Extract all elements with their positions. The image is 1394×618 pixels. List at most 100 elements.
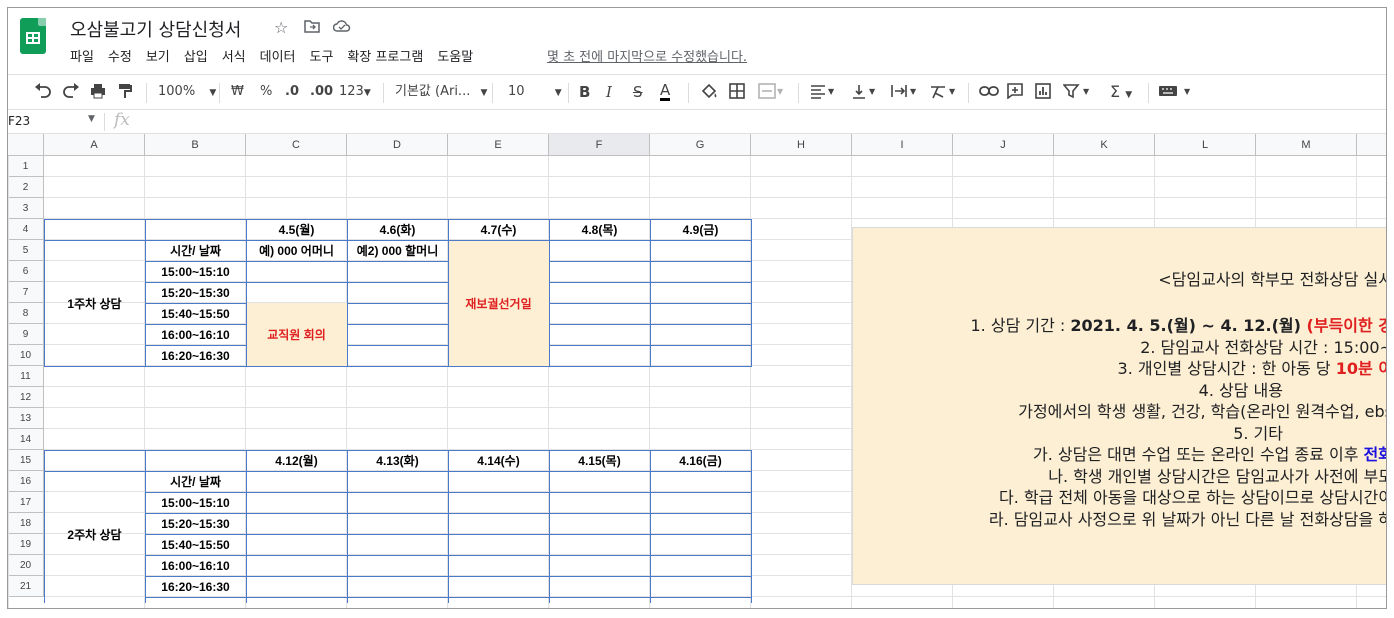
document-title[interactable]: 오삼불고기 상담신청서: [70, 16, 241, 42]
week1-time-0[interactable]: 15:00~15:10: [145, 261, 246, 282]
row-header-15[interactable]: 15: [8, 450, 44, 471]
column-header-j[interactable]: J: [953, 134, 1054, 156]
week2-date-0[interactable]: 4.12(월): [246, 450, 347, 471]
column-header-h[interactable]: H: [751, 134, 852, 156]
column-header-f[interactable]: F: [549, 134, 650, 156]
select-all-corner[interactable]: [8, 134, 44, 156]
row-header-16[interactable]: 16: [8, 471, 44, 492]
week2-time-0[interactable]: 15:00~15:10: [145, 492, 246, 513]
week2-date-1[interactable]: 4.13(화): [347, 450, 448, 471]
vertical-align-icon[interactable]: ▼: [851, 83, 877, 105]
week1-date-1[interactable]: 4.6(화): [347, 219, 448, 240]
font-select[interactable]: 기본값 (Ari... ▼: [395, 83, 487, 102]
week2-label[interactable]: 2주차 상담: [44, 471, 145, 597]
menu-file[interactable]: 파일: [70, 46, 94, 65]
row-header-17[interactable]: 17: [8, 492, 44, 513]
sheets-logo-icon[interactable]: [20, 18, 46, 54]
column-header-e[interactable]: E: [448, 134, 549, 156]
text-color-icon[interactable]: A: [660, 83, 671, 101]
print-icon[interactable]: [90, 83, 106, 105]
menu-format[interactable]: 서식: [222, 46, 246, 65]
undo-icon[interactable]: [34, 83, 52, 105]
insert-link-icon[interactable]: [979, 83, 999, 105]
fill-color-icon[interactable]: [700, 83, 718, 105]
italic-icon[interactable]: I: [606, 83, 612, 101]
currency-button[interactable]: ₩: [231, 83, 244, 101]
menu-edit[interactable]: 수정: [108, 46, 132, 65]
row-header-12[interactable]: 12: [8, 387, 44, 408]
meeting-cell[interactable]: 교직원 회의: [246, 303, 347, 366]
week1-date-3[interactable]: 4.8(목): [549, 219, 650, 240]
paint-format-icon[interactable]: [118, 83, 132, 105]
move-folder-icon[interactable]: [304, 18, 320, 37]
menu-view[interactable]: 보기: [146, 46, 170, 65]
week2-time-1[interactable]: 15:20~15:30: [145, 513, 246, 534]
menu-tools[interactable]: 도구: [310, 46, 334, 65]
week1-date-0[interactable]: 4.5(월): [246, 219, 347, 240]
week1-time-3[interactable]: 16:00~16:10: [145, 324, 246, 345]
row-header-20[interactable]: 20: [8, 555, 44, 576]
text-rotation-icon[interactable]: ▼: [929, 83, 957, 105]
menu-data[interactable]: 데이터: [260, 46, 296, 65]
star-icon[interactable]: ☆: [274, 18, 288, 37]
week2-date-4[interactable]: 4.16(금): [650, 450, 751, 471]
week1-example-1[interactable]: 예) 000 어머니: [246, 240, 347, 261]
text-wrapping-icon[interactable]: ▼: [890, 83, 918, 105]
week2-date-2[interactable]: 4.14(수): [448, 450, 549, 471]
week1-example-2[interactable]: 예2) 000 할머니: [347, 240, 448, 261]
week2-time-header[interactable]: 시간/ 날짜: [145, 471, 246, 492]
election-cell[interactable]: 재보궐선거일: [448, 240, 549, 366]
row-header-9[interactable]: 9: [8, 324, 44, 345]
week1-date-2[interactable]: 4.7(수): [448, 219, 549, 240]
week1-time-1[interactable]: 15:20~15:30: [145, 282, 246, 303]
font-size-select[interactable]: 10 ▼: [508, 83, 562, 102]
name-box[interactable]: F23: [8, 114, 30, 128]
last-edit-link[interactable]: 몇 초 전에 마지막으로 수정했습니다.: [547, 46, 747, 65]
week2-time-4[interactable]: 16:20~16:30: [145, 576, 246, 597]
row-header-6[interactable]: 6: [8, 261, 44, 282]
column-header-c[interactable]: C: [246, 134, 347, 156]
filter-icon[interactable]: ▼: [1062, 83, 1091, 105]
decrease-decimal-button[interactable]: .0: [285, 83, 299, 101]
row-header-5[interactable]: 5: [8, 240, 44, 261]
column-header-m[interactable]: M: [1256, 134, 1357, 156]
column-header-i[interactable]: I: [852, 134, 953, 156]
strikethrough-icon[interactable]: S: [633, 83, 643, 101]
row-header-4[interactable]: 4: [8, 219, 44, 240]
column-header-d[interactable]: D: [347, 134, 448, 156]
column-header-k[interactable]: K: [1054, 134, 1155, 156]
row-header-14[interactable]: 14: [8, 429, 44, 450]
row-header-19[interactable]: 19: [8, 534, 44, 555]
menu-extensions[interactable]: 확장 프로그램: [347, 46, 423, 65]
row-header-1[interactable]: 1: [8, 156, 44, 177]
column-header-a[interactable]: A: [44, 134, 145, 156]
week2-time-2[interactable]: 15:40~15:50: [145, 534, 246, 555]
more-formats-button[interactable]: 123▼: [339, 83, 371, 102]
row-header-11[interactable]: 11: [8, 366, 44, 387]
week2-time-3[interactable]: 16:00~16:10: [145, 555, 246, 576]
name-box-dropdown-icon[interactable]: ▼: [88, 114, 95, 124]
row-header-13[interactable]: 13: [8, 408, 44, 429]
row-header-3[interactable]: 3: [8, 198, 44, 219]
week2-date-3[interactable]: 4.15(목): [549, 450, 650, 471]
functions-icon[interactable]: Σ ▼: [1110, 83, 1132, 104]
column-header-g[interactable]: G: [650, 134, 751, 156]
menu-insert[interactable]: 삽입: [184, 46, 208, 65]
notice-box[interactable]: <담임교사의 학부모 전화상담 실시 1. 상담 기간 : 2021. 4. 5…: [852, 227, 1386, 585]
week1-date-4[interactable]: 4.9(금): [650, 219, 751, 240]
column-header-overflow[interactable]: [1357, 134, 1386, 156]
horizontal-align-icon[interactable]: ▼: [810, 83, 836, 105]
percent-button[interactable]: %: [260, 83, 272, 101]
week1-time-4[interactable]: 16:20~16:30: [145, 345, 246, 366]
week1-label[interactable]: 1주차 상담: [44, 240, 145, 366]
column-header-l[interactable]: L: [1155, 134, 1256, 156]
borders-icon[interactable]: [729, 83, 745, 105]
row-header-2[interactable]: 2: [8, 177, 44, 198]
bold-icon[interactable]: B: [579, 83, 590, 101]
menu-help[interactable]: 도움말: [437, 46, 473, 65]
row-header-7[interactable]: 7: [8, 282, 44, 303]
cloud-saved-icon[interactable]: [332, 18, 351, 37]
insert-comment-icon[interactable]: [1007, 83, 1023, 105]
merge-cells-icon[interactable]: ▼: [758, 83, 784, 105]
insert-chart-icon[interactable]: [1035, 83, 1051, 105]
